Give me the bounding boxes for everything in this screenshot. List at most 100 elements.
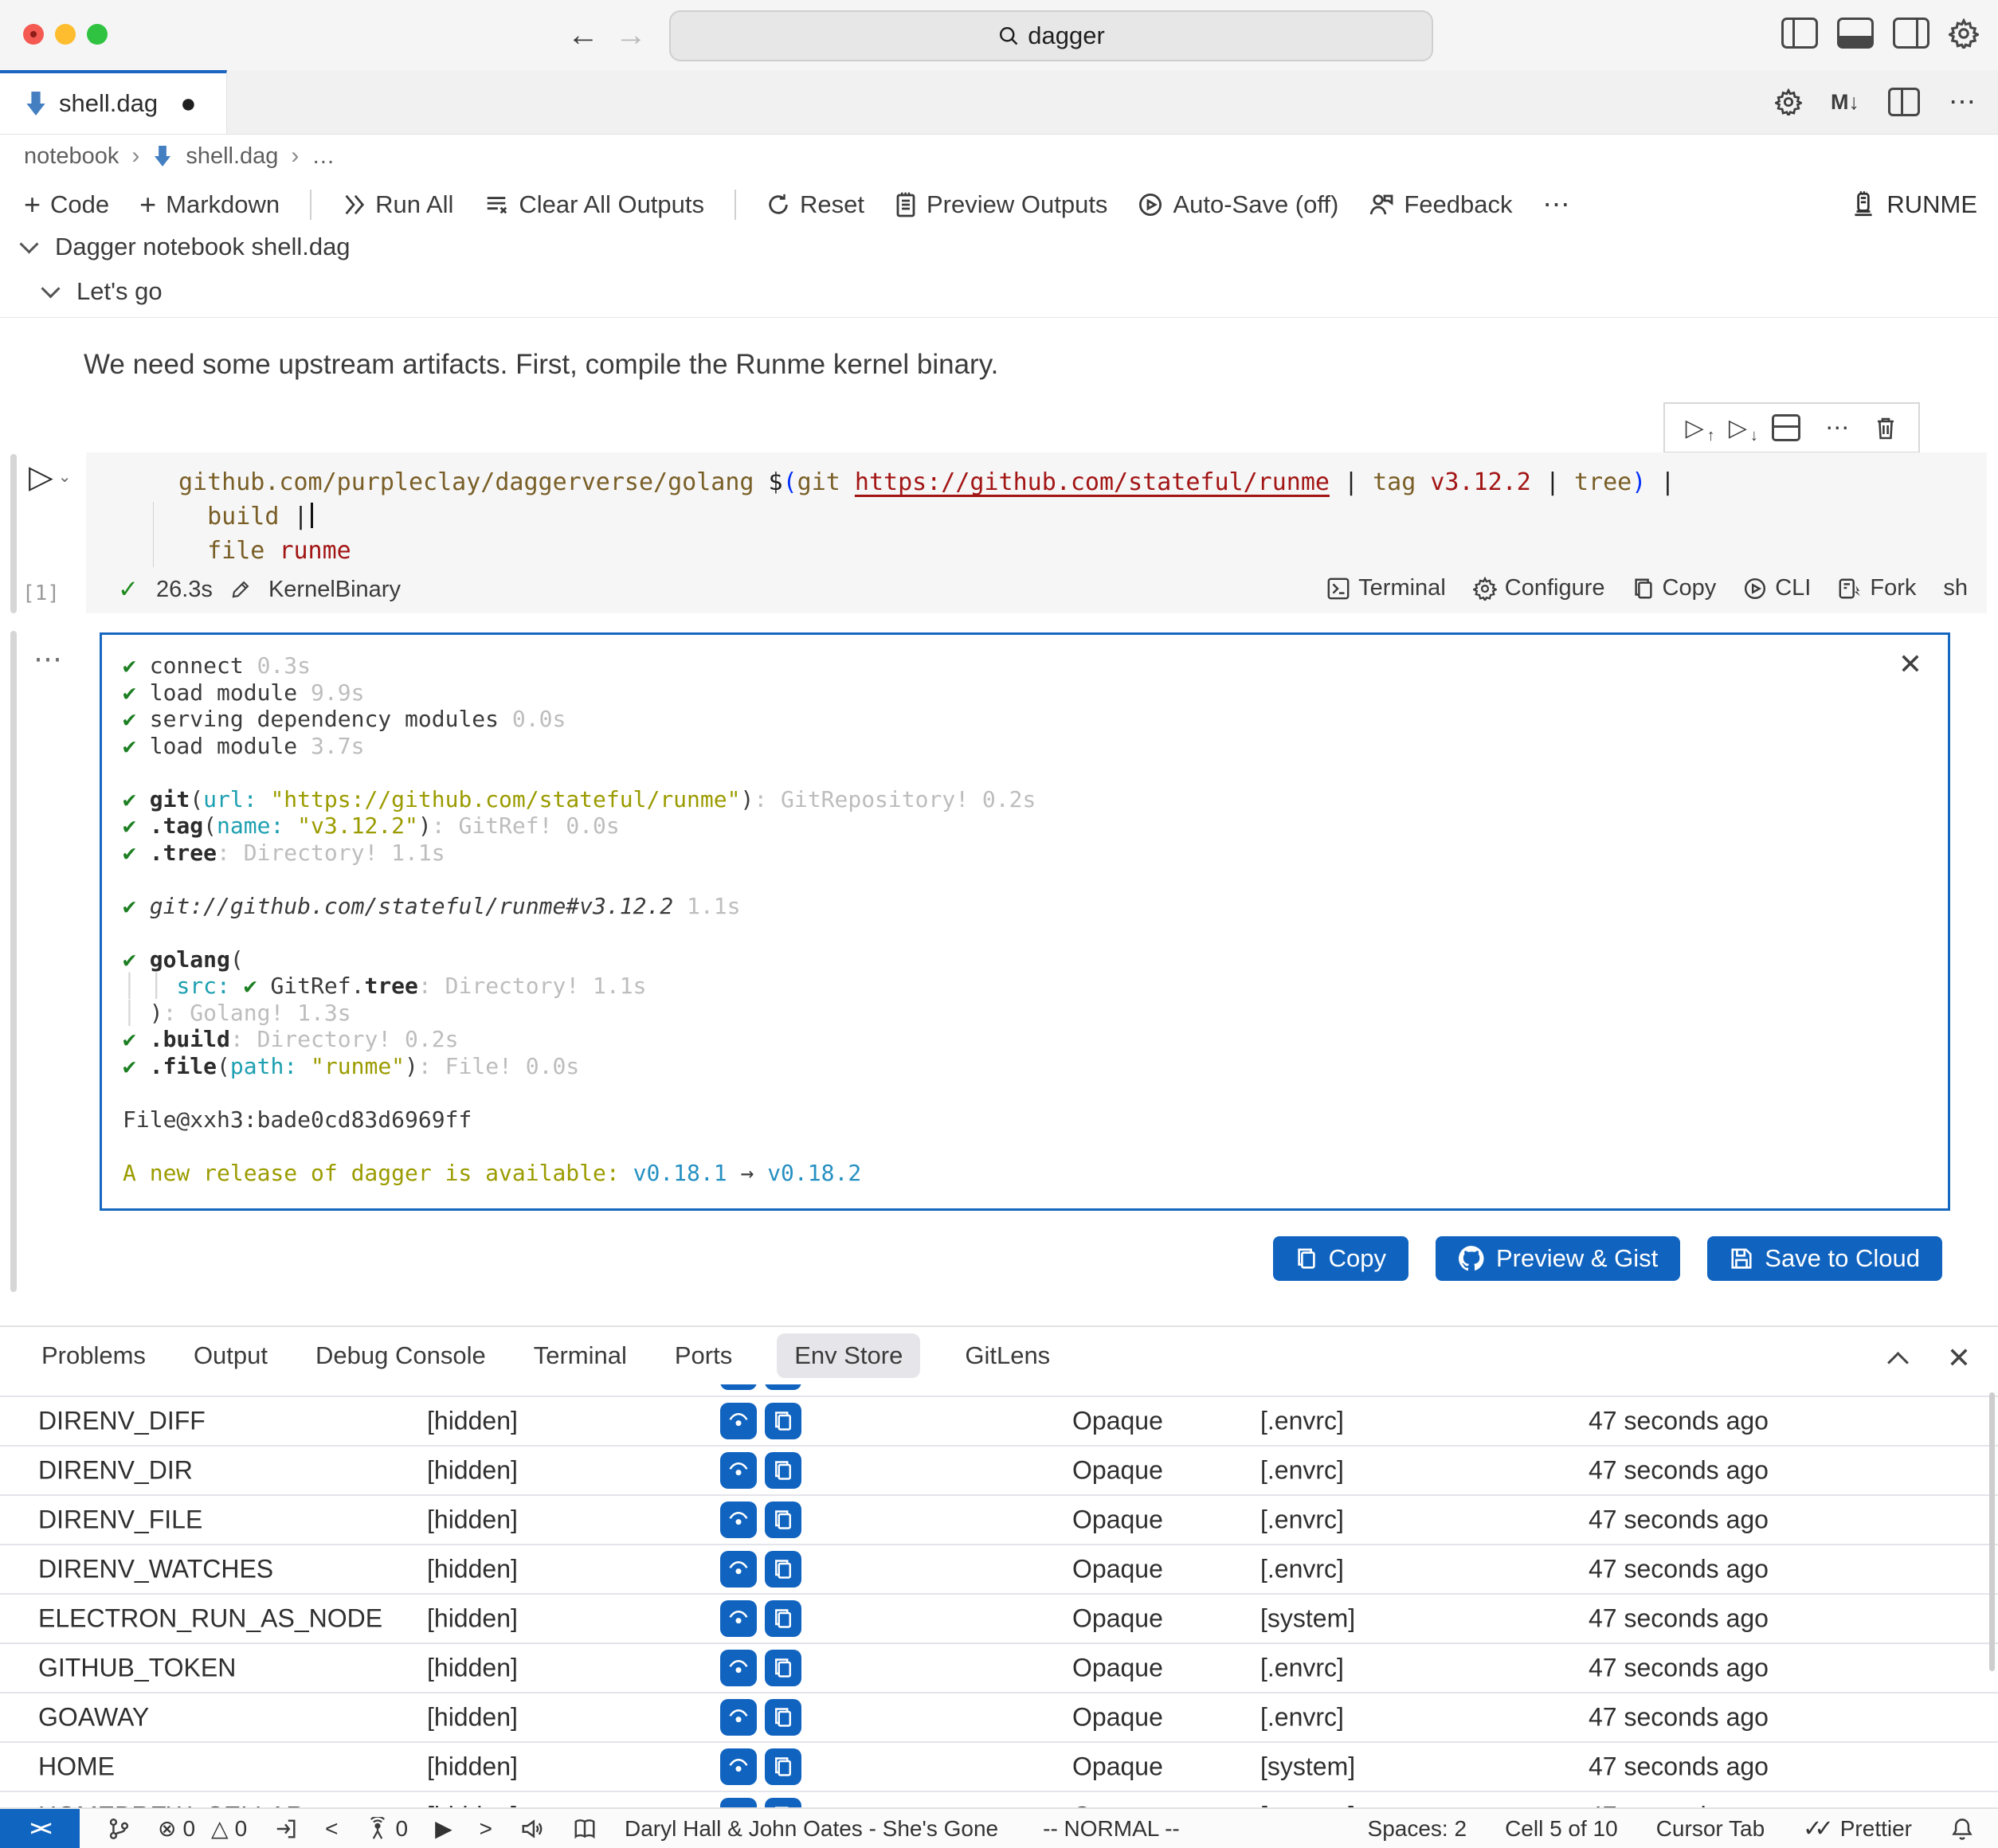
now-playing-song[interactable]: Daryl Hall & John Oates - She's Gone	[625, 1816, 998, 1842]
output-focus-bar[interactable]	[10, 631, 17, 1292]
reading-list-status-item[interactable]	[572, 1817, 597, 1841]
preview-outputs-button[interactable]: Preview Outputs	[895, 190, 1107, 219]
table-row[interactable]: GOAWAY [hidden] Opaque [.envrc] 47 secon…	[0, 1692, 1998, 1741]
command-center-search[interactable]: dagger	[669, 10, 1433, 61]
settings-gear-icon[interactable]	[1949, 18, 1979, 49]
cell-focus-bar[interactable]	[10, 454, 17, 613]
copy-value-button[interactable]	[765, 1551, 801, 1588]
minimize-window-button[interactable]	[55, 24, 76, 45]
copy-output-button[interactable]: Copy	[1273, 1236, 1408, 1281]
add-markdown-cell-button[interactable]: +Markdown	[139, 188, 280, 221]
auto-save-toggle[interactable]: Auto-Save (off)	[1138, 190, 1338, 219]
preview-gist-button[interactable]: Preview & Gist	[1436, 1236, 1680, 1281]
panel-tab-output[interactable]: Output	[190, 1333, 271, 1378]
feedback-button[interactable]: Feedback	[1369, 190, 1512, 219]
code-cell-editor[interactable]: github.com/purpleclay/daggerverse/golang…	[86, 452, 1987, 613]
pencil-icon[interactable]	[230, 579, 251, 600]
section-lets-go-row[interactable]: Let's go	[44, 277, 163, 306]
copy-value-button[interactable]	[765, 1452, 801, 1489]
reveal-value-eye-button[interactable]	[720, 1502, 757, 1538]
cell-position-status-item[interactable]: Cell 5 of 10	[1505, 1816, 1618, 1842]
play-pause-button[interactable]: ▶	[435, 1815, 452, 1842]
table-row[interactable]: DIRENV_WATCHES [hidden] Opaque [.envrc] …	[0, 1544, 1998, 1593]
delete-cell-icon[interactable]	[1874, 415, 1898, 440]
toggle-primary-sidebar-icon[interactable]	[1781, 18, 1818, 49]
cli-action[interactable]: CLI	[1743, 575, 1811, 601]
copy-value-button[interactable]	[765, 1748, 801, 1785]
configure-action[interactable]: Configure	[1473, 575, 1605, 601]
cell-name[interactable]: KernelBinary	[268, 577, 401, 603]
reveal-value-eye-button[interactable]	[720, 1748, 757, 1785]
notifications-bell-icon[interactable]	[1950, 1816, 1974, 1842]
tab-shell-dag[interactable]: shell.dag ●	[0, 70, 227, 134]
output-more-actions-icon[interactable]: ⋯	[33, 642, 65, 675]
git-graph-status-item[interactable]	[107, 1817, 131, 1841]
clear-all-outputs-button[interactable]: Clear All Outputs	[484, 190, 704, 219]
history-back-button[interactable]: ←	[567, 16, 599, 54]
table-row[interactable]: GITHUB_TOKEN [hidden] Opaque [.envrc] 47…	[0, 1642, 1998, 1692]
cell-more-actions-icon[interactable]: ⋯	[1825, 414, 1849, 442]
run-cells-above-icon[interactable]: ▷↑	[1686, 414, 1704, 442]
env-table-scrollbar[interactable]	[1989, 1392, 1995, 1671]
toggle-secondary-sidebar-icon[interactable]	[1893, 18, 1929, 49]
table-row[interactable]: HOMEBREW_CELLAR [hidden] Opaque [system]…	[0, 1791, 1998, 1809]
copy-value-button[interactable]	[765, 1384, 801, 1390]
close-output-icon[interactable]: ✕	[1898, 648, 1922, 681]
copy-value-button[interactable]	[765, 1403, 801, 1439]
split-editor-icon[interactable]	[1888, 88, 1920, 116]
formatter-status-item[interactable]: ✓✓ Prettier	[1803, 1815, 1912, 1842]
table-row[interactable]: ELECTRON_RUN_AS_NODE [hidden] Opaque [sy…	[0, 1593, 1998, 1642]
editor-more-actions-icon[interactable]: ⋯	[1949, 86, 1977, 118]
zoom-window-button[interactable]	[87, 24, 108, 45]
panel-tab-debug-console[interactable]: Debug Console	[312, 1333, 489, 1378]
history-forward-button[interactable]: →	[615, 16, 647, 54]
split-cell-icon[interactable]	[1772, 414, 1800, 441]
reset-button[interactable]: Reset	[766, 190, 864, 219]
copy-value-button[interactable]	[765, 1600, 801, 1637]
panel-tab-gitlens[interactable]: GitLens	[962, 1333, 1053, 1378]
panel-tab-problems[interactable]: Problems	[38, 1333, 149, 1378]
indentation-status-item[interactable]: Spaces: 2	[1368, 1816, 1467, 1842]
reveal-value-eye-button[interactable]	[720, 1699, 757, 1736]
reveal-value-eye-button[interactable]	[720, 1650, 757, 1686]
chevron-down-icon[interactable]	[19, 234, 38, 253]
volume-status-item[interactable]	[519, 1817, 545, 1841]
copy-value-button[interactable]	[765, 1650, 801, 1686]
panel-tab-terminal[interactable]: Terminal	[531, 1333, 630, 1378]
maximize-panel-chevron-icon[interactable]	[1887, 1352, 1909, 1373]
runme-kernel-button[interactable]: RUNME	[1851, 178, 1977, 231]
reveal-value-eye-button[interactable]	[720, 1600, 757, 1637]
prev-track-button[interactable]: <	[325, 1816, 338, 1842]
close-panel-icon[interactable]: ✕	[1947, 1341, 1971, 1375]
panel-tab-env-store[interactable]: Env Store	[777, 1333, 920, 1378]
table-row[interactable]: HOME [hidden] Opaque [system] 47 seconds…	[0, 1741, 1998, 1791]
close-window-button[interactable]	[23, 24, 44, 45]
copy-cell-action[interactable]: Copy	[1632, 575, 1717, 601]
toggle-panel-icon[interactable]	[1837, 18, 1874, 49]
chevron-down-icon[interactable]	[41, 279, 60, 298]
problems-status-item[interactable]: ⊗0 △0	[158, 1815, 247, 1842]
broadcast-status-item[interactable]: 0	[366, 1816, 409, 1842]
notebook-title-row[interactable]: Dagger notebook shell.dag	[22, 233, 351, 261]
exit-status-item[interactable]	[274, 1817, 298, 1841]
add-code-cell-button[interactable]: +Code	[24, 188, 109, 221]
reveal-value-eye-button[interactable]	[720, 1452, 757, 1489]
breadcrumb-more[interactable]: …	[311, 143, 335, 170]
code-cell-content[interactable]: github.com/purpleclay/daggerverse/golang…	[178, 465, 1675, 568]
run-all-button[interactable]: Run All	[342, 190, 453, 219]
run-cells-below-icon[interactable]: ▷↓	[1729, 414, 1747, 442]
table-row[interactable]: DIRENV_DIFF [hidden] Opaque [.envrc] 47 …	[0, 1396, 1998, 1445]
terminal-action[interactable]: Terminal	[1326, 575, 1446, 601]
reveal-value-eye-button[interactable]	[720, 1551, 757, 1588]
copy-value-button[interactable]	[765, 1502, 801, 1538]
tab-modified-dot-icon[interactable]: ●	[180, 88, 197, 119]
remote-indicator[interactable]: ><	[0, 1809, 80, 1848]
table-row[interactable]: DIRENV_DIR [hidden] Opaque [.envrc] 47 s…	[0, 1445, 1998, 1494]
toolbar-more-icon[interactable]: ⋯	[1543, 189, 1572, 221]
notebook-settings-gear-icon[interactable]	[1775, 88, 1802, 116]
reveal-value-eye-button[interactable]	[720, 1403, 757, 1439]
next-track-button[interactable]: >	[480, 1816, 492, 1842]
run-cell-button[interactable]: ▷⌄	[29, 459, 72, 495]
reveal-value-eye-button[interactable]	[720, 1384, 757, 1390]
fork-action[interactable]: Fork	[1838, 575, 1916, 601]
